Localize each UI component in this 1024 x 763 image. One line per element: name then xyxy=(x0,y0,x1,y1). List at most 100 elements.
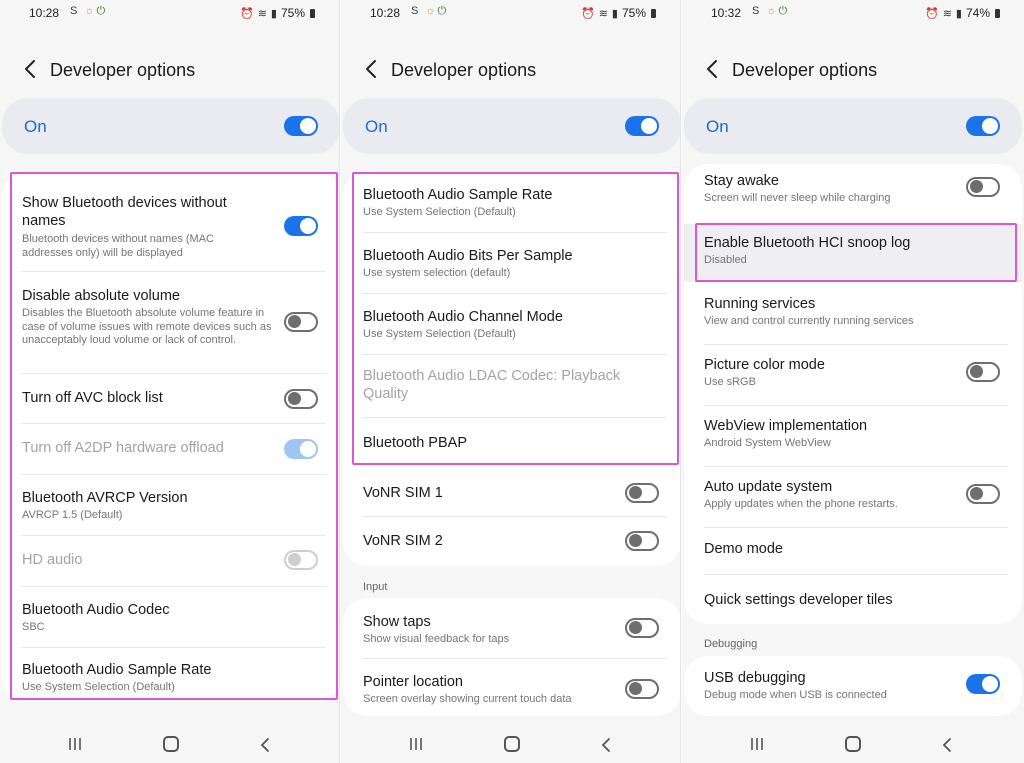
avc-block-list-toggle[interactable] xyxy=(284,389,318,409)
item-title: HD audio xyxy=(22,552,83,568)
master-toggle[interactable] xyxy=(966,116,1000,136)
picture-color-mode-toggle[interactable] xyxy=(966,362,1000,382)
settings-card: Show Bluetooth devices without names Blu… xyxy=(2,172,339,702)
usb-debugging-toggle[interactable] xyxy=(966,674,1000,694)
status-time: 10:32 xyxy=(711,6,742,20)
a2dp-offload-toggle xyxy=(284,439,318,459)
item-title: USB debugging xyxy=(704,670,806,686)
nav-back-icon[interactable] xyxy=(938,736,956,754)
list-item-show-bt-without-names[interactable]: Show Bluetooth devices without names Blu… xyxy=(2,172,339,270)
battery-icon xyxy=(651,8,656,18)
notification-icons: S ☼⏻ xyxy=(411,5,448,18)
list-item-running-services[interactable]: Running services View and control curren… xyxy=(684,284,1022,344)
item-summary: Disables the Bluetooth absolute volume f… xyxy=(22,307,272,346)
master-toggle[interactable] xyxy=(284,116,318,136)
item-title: VoNR SIM 1 xyxy=(363,485,443,501)
show-bt-without-names-toggle[interactable] xyxy=(284,216,318,236)
signal-icon: ▮ xyxy=(611,7,618,20)
app-bar: Developer options xyxy=(341,52,680,86)
home-icon[interactable] xyxy=(504,736,520,752)
item-title: Demo mode xyxy=(704,541,783,557)
show-taps-toggle[interactable] xyxy=(625,618,659,638)
stay-awake-toggle[interactable] xyxy=(966,177,1000,197)
home-icon[interactable] xyxy=(845,736,861,752)
list-item-disable-absolute-volume[interactable]: Disable absolute volume Disables the Blu… xyxy=(2,272,339,372)
list-item-webview[interactable]: WebView implementation Android System We… xyxy=(684,406,1022,466)
list-item-auto-update[interactable]: Auto update system Apply updates when th… xyxy=(684,467,1022,527)
item-title: Show taps xyxy=(363,614,431,630)
list-item-bt-sample-rate[interactable]: Bluetooth Audio Sample Rate Use System S… xyxy=(2,648,339,702)
list-item-stay-awake[interactable]: Stay awake Screen will never sleep while… xyxy=(684,164,1022,222)
master-switch-label: On xyxy=(706,117,729,136)
wifi-icon: ≋ xyxy=(598,7,608,20)
alarm-icon: ⏰ xyxy=(239,7,254,20)
list-item-usb-debugging[interactable]: USB debugging Debug mode when USB is con… xyxy=(684,656,1022,716)
list-item-qs-dev-tiles[interactable]: Quick settings developer tiles xyxy=(684,575,1022,624)
master-switch-row[interactable]: On xyxy=(684,98,1022,154)
battery-icon xyxy=(310,8,315,18)
list-item-vonr-sim2[interactable]: VoNR SIM 2 xyxy=(343,517,680,565)
samsung-s-icon: S xyxy=(752,5,762,17)
status-time: 10:28 xyxy=(29,6,60,20)
item-summary: Use System Selection (Default) xyxy=(22,681,175,693)
status-right: ⏰ ≋ ▮ 74% xyxy=(925,6,1000,20)
page-title: Developer options xyxy=(50,60,196,80)
list-item-bt-audio-codec[interactable]: Bluetooth Audio Codec SBC xyxy=(2,587,339,647)
list-item-bt-sample-rate[interactable]: Bluetooth Audio Sample Rate Use System S… xyxy=(343,172,680,232)
auto-update-toggle[interactable] xyxy=(966,484,1000,504)
settings-sun-icon: ☼ xyxy=(425,5,438,17)
master-switch-row[interactable]: On xyxy=(343,98,680,154)
master-switch-row[interactable]: On xyxy=(2,98,339,154)
item-summary: AVRCP 1.5 (Default) xyxy=(22,509,123,521)
item-summary: SBC xyxy=(22,621,45,633)
item-summary: Use sRGB xyxy=(704,376,756,388)
nav-back-icon[interactable] xyxy=(597,736,615,754)
pointer-location-toggle[interactable] xyxy=(625,679,659,699)
list-item-bt-bits-per-sample[interactable]: Bluetooth Audio Bits Per Sample Use syst… xyxy=(343,233,680,293)
list-item-pointer-location[interactable]: Pointer location Screen overlay showing … xyxy=(343,659,680,716)
recents-icon[interactable] xyxy=(68,737,82,751)
list-item-avc-block-list[interactable]: Turn off AVC block list xyxy=(2,374,339,422)
item-summary: Android System WebView xyxy=(704,437,831,449)
list-item-vonr-sim1[interactable]: VoNR SIM 1 xyxy=(343,468,680,516)
hd-audio-toggle xyxy=(284,550,318,570)
disable-absolute-volume-toggle[interactable] xyxy=(284,312,318,332)
list-item-show-taps[interactable]: Show taps Show visual feedback for taps xyxy=(343,598,680,658)
master-toggle[interactable] xyxy=(625,116,659,136)
back-arrow-icon[interactable] xyxy=(361,58,383,80)
item-title: WebView implementation xyxy=(704,418,868,434)
item-title: Disable absolute volume xyxy=(22,288,180,304)
nav-back-icon[interactable] xyxy=(256,736,274,754)
item-title: Turn off A2DP hardware offload xyxy=(22,440,224,456)
list-item-bt-pbap[interactable]: Bluetooth PBAP xyxy=(343,418,680,468)
item-title: Picture color mode xyxy=(704,357,825,373)
item-title: Bluetooth Audio Codec xyxy=(22,602,170,618)
recents-icon[interactable] xyxy=(409,737,423,751)
home-icon[interactable] xyxy=(163,736,179,752)
status-right: ⏰ ≋ ▮ 75% xyxy=(581,6,656,20)
status-right: ⏰ ≋ ▮ 75% xyxy=(240,6,315,20)
list-item-bt-hci-snoop-log[interactable]: Enable Bluetooth HCI snoop log Disabled xyxy=(684,224,1022,282)
vonr-sim2-toggle[interactable] xyxy=(625,531,659,551)
item-summary: Use System Selection (Default) xyxy=(363,328,516,340)
back-arrow-icon[interactable] xyxy=(702,58,724,80)
signal-icon: ▮ xyxy=(270,7,277,20)
samsung-s-icon: S xyxy=(70,5,80,17)
item-summary: Bluetooth devices without names (MAC add… xyxy=(22,233,214,259)
vonr-sim1-toggle[interactable] xyxy=(625,483,659,503)
back-arrow-icon[interactable] xyxy=(20,58,42,80)
list-item-avrcp-version[interactable]: Bluetooth AVRCP Version AVRCP 1.5 (Defau… xyxy=(2,475,339,535)
status-time: 10:28 xyxy=(370,6,401,20)
power-icon: ⏻ xyxy=(778,5,790,17)
item-title: Bluetooth Audio Sample Rate xyxy=(22,662,212,678)
power-icon: ⏻ xyxy=(437,5,449,17)
list-item-bt-channel-mode[interactable]: Bluetooth Audio Channel Mode Use System … xyxy=(343,294,680,354)
status-bar: 10:28 S ☼⏻ ⏰ ≋ ▮ 75% xyxy=(341,0,680,26)
navigation-bar xyxy=(341,727,680,763)
item-summary: Show visual feedback for taps xyxy=(363,633,510,645)
page-title: Developer options xyxy=(732,60,878,80)
list-item-demo-mode[interactable]: Demo mode xyxy=(684,528,1022,574)
list-item-picture-color-mode[interactable]: Picture color mode Use sRGB xyxy=(684,345,1022,405)
alarm-icon: ⏰ xyxy=(580,7,595,20)
recents-icon[interactable] xyxy=(750,737,764,751)
